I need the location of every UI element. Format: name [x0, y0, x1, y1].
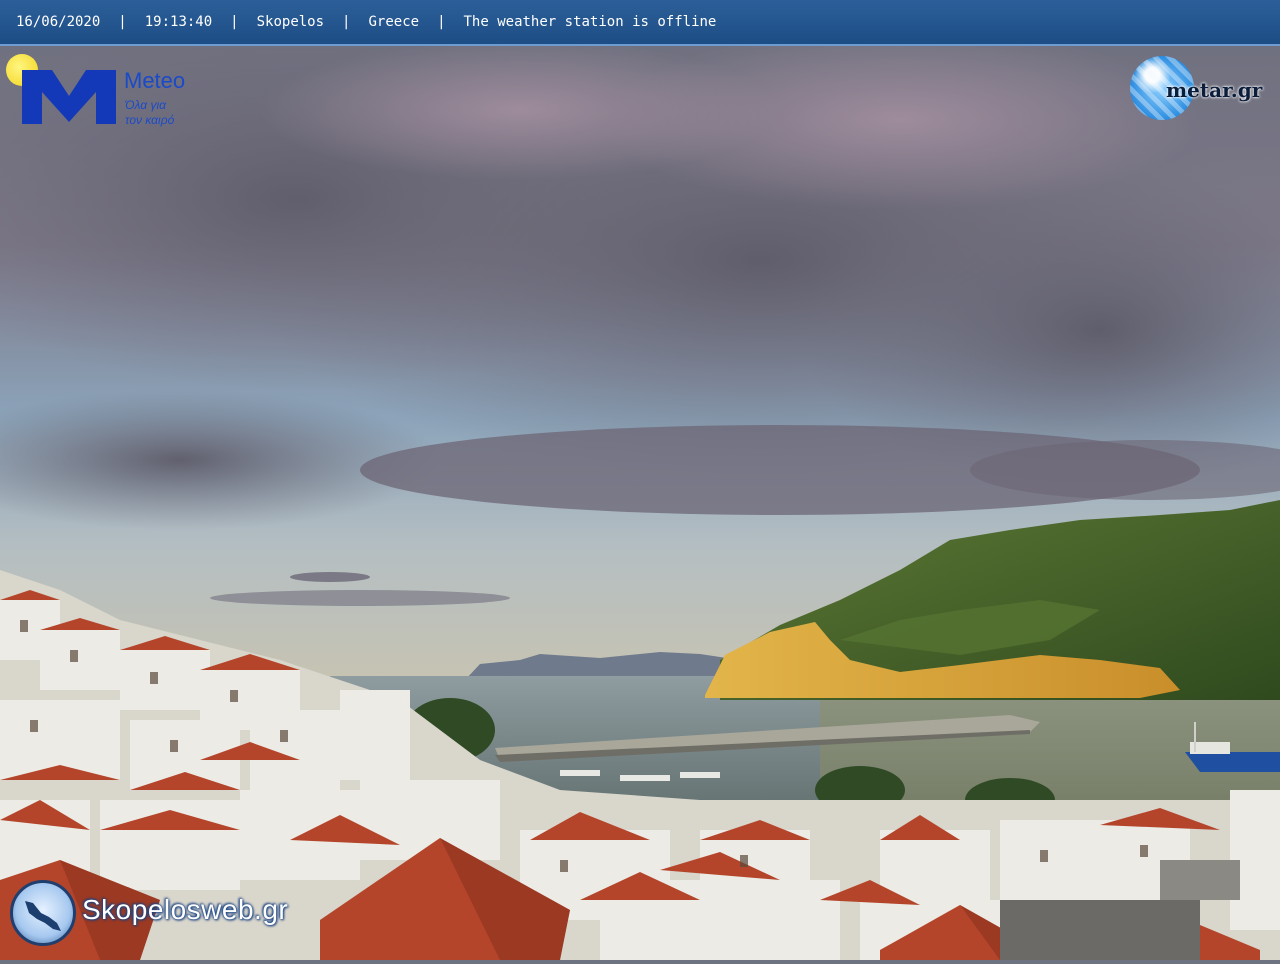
date-text: 16/06/2020 [16, 14, 101, 30]
skopelosweb-logo-text: Skopelosweb.gr [82, 894, 289, 925]
separator: | [230, 14, 239, 30]
skopelosweb-logo[interactable]: Skopelosweb.gr [8, 878, 328, 950]
meteo-logo[interactable]: Meteo Όλα για τον καιρό [6, 54, 206, 132]
harbor-landscape [0, 0, 1280, 960]
separator: | [437, 14, 446, 30]
separator: | [342, 14, 351, 30]
metar-logo[interactable]: metar.gr [1128, 54, 1278, 126]
meteo-brand-name: Meteo [124, 68, 186, 93]
metar-logo-text: metar.gr [1166, 78, 1263, 102]
webcam-image [0, 0, 1280, 960]
meteo-tagline-line1: Όλα για [125, 98, 166, 112]
country-text: Greece [368, 14, 420, 30]
meteo-m-icon [22, 70, 116, 124]
station-status-text: The weather station is offline [463, 14, 717, 30]
status-bar: 16/06/2020 | 19:13:40 | Skopelos | Greec… [0, 0, 1280, 46]
separator: | [118, 14, 127, 30]
meteo-tagline-line2: τον καιρό [125, 113, 175, 127]
meteo-tagline: Όλα για τον καιρό [125, 98, 205, 128]
time-text: 19:13:40 [144, 14, 213, 30]
location-text: Skopelos [256, 14, 325, 30]
island-map-icon [10, 880, 76, 946]
